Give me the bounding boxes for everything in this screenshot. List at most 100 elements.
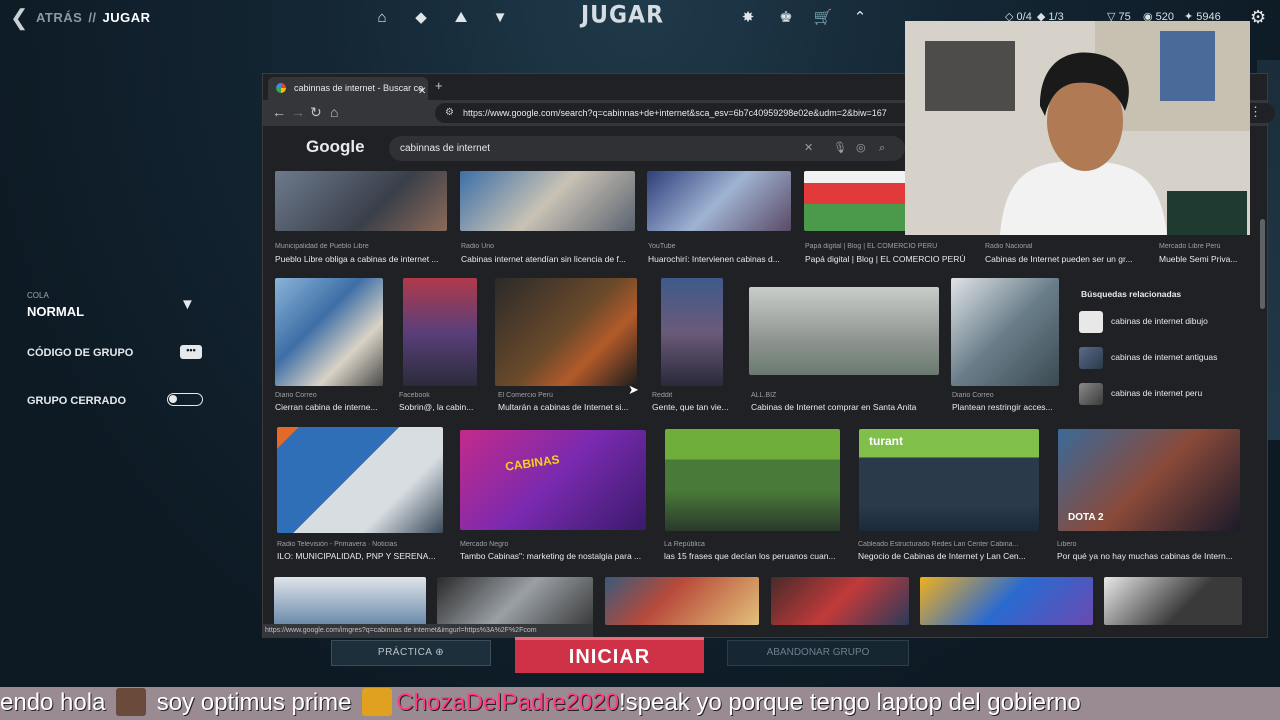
result-image[interactable]: DOTA 2: [1058, 429, 1240, 531]
google-logo[interactable]: Google: [306, 137, 365, 157]
leave-group-button[interactable]: ABANDONAR GRUPO: [727, 640, 909, 666]
result-caption[interactable]: Pueblo Libre obliga a cabinas de interne…: [275, 254, 455, 264]
career-icon[interactable]: ⛰: [451, 8, 471, 28]
close-icon[interactable]: ✕: [418, 81, 426, 100]
group-code-label: CÓDIGO DE GRUPO: [27, 347, 134, 359]
result-image[interactable]: [275, 278, 383, 386]
menu-icon[interactable]: ⋮: [1249, 104, 1262, 120]
result-image[interactable]: [277, 427, 443, 533]
result-image[interactable]: [647, 171, 791, 231]
result-caption[interactable]: Negocio de Cabinas de Internet y Lan Cen…: [858, 551, 1048, 561]
result-image[interactable]: [403, 278, 477, 386]
result-source: Radio Uno: [461, 243, 495, 250]
home-page-icon[interactable]: ⌂: [330, 104, 338, 120]
related-thumbnail: [1079, 347, 1103, 369]
result-source: Libero: [1057, 541, 1077, 548]
practice-label: PRÁCTICA: [377, 647, 432, 658]
result-caption[interactable]: Mueble Semi Priva...: [1159, 254, 1259, 264]
social-icon[interactable]: ♚: [776, 8, 796, 28]
result-image[interactable]: [1104, 577, 1242, 625]
result-image[interactable]: [437, 577, 593, 625]
result-image[interactable]: turant: [859, 429, 1039, 531]
result-caption[interactable]: Plantean restringir acces...: [952, 402, 1062, 412]
play-title[interactable]: JUGAR: [570, 2, 675, 30]
result-image[interactable]: [495, 278, 637, 386]
breadcrumb: ATRÁS // JUGAR: [36, 10, 151, 25]
result-image[interactable]: [274, 577, 426, 625]
result-image[interactable]: [661, 278, 723, 386]
result-image[interactable]: [460, 171, 635, 231]
result-image[interactable]: CABINAS: [460, 430, 646, 530]
search-input[interactable]: cabinnas de internet ✕ 🎙 ◎ ⌕: [389, 136, 905, 161]
related-search-item[interactable]: cabinas de internet dibujo: [1077, 309, 1241, 335]
result-caption[interactable]: Gente, que tan vie...: [652, 402, 732, 412]
result-source: Cableado Estructurado Redes Lan Center C…: [858, 541, 1019, 548]
result-caption[interactable]: Cabinas de Internet comprar en Santa Ani…: [751, 402, 941, 412]
result-image[interactable]: [951, 278, 1059, 386]
browser-tab[interactable]: cabinnas de internet - Buscar co ✕: [268, 77, 428, 100]
mouse-cursor-icon: ➤: [628, 382, 639, 397]
group-closed-toggle[interactable]: [167, 393, 203, 406]
result-image[interactable]: [665, 429, 840, 531]
battlepass-icon[interactable]: ▼: [490, 8, 510, 28]
result-image[interactable]: [275, 171, 447, 231]
reload-icon[interactable]: ↻: [310, 104, 322, 121]
site-info-icon[interactable]: ⚙: [445, 103, 454, 123]
webcam-overlay: [905, 21, 1250, 235]
result-source: Diario Correo: [952, 392, 994, 399]
clear-icon[interactable]: ✕: [804, 136, 813, 161]
result-caption[interactable]: Papá digital | Blog | EL COMERCIO PERÚ: [805, 254, 975, 264]
status-bar-url: https://www.google.com/imgres?q=cabinnas…: [263, 624, 593, 638]
queue-value[interactable]: NORMAL: [27, 304, 84, 319]
result-caption[interactable]: Tambo Cabinas": marketing de nostalgia p…: [460, 551, 650, 561]
related-search-item[interactable]: cabinas de internet antiguas: [1077, 345, 1241, 371]
result-caption[interactable]: Multarán a cabinas de Internet si...: [498, 402, 638, 412]
result-caption[interactable]: Cabinas de Internet pueden ser un gr...: [985, 254, 1145, 264]
tab-title: cabinnas de internet - Buscar co: [294, 83, 424, 93]
result-caption[interactable]: Por qué ya no hay muchas cabinas de Inte…: [1057, 551, 1242, 561]
result-caption[interactable]: Sobrin@, la cabin...: [399, 402, 484, 412]
related-search-item[interactable]: cabinas de internet peru: [1077, 381, 1241, 407]
agents-icon[interactable]: ◆: [411, 8, 431, 28]
mic-icon[interactable]: 🎙: [833, 136, 847, 161]
result-image[interactable]: [771, 577, 909, 625]
result-caption[interactable]: Cabinas internet atendían sin licencia d…: [461, 254, 636, 264]
ticker-text-2: soy optimus prime: [156, 689, 352, 716]
result-caption[interactable]: Cierran cabina de interne...: [275, 402, 390, 412]
breadcrumb-back[interactable]: ATRÁS: [36, 10, 82, 25]
result-source: La República: [664, 541, 705, 548]
url-text: https://www.google.com/search?q=cabinnas…: [463, 108, 887, 118]
collection-icon[interactable]: ✸: [738, 8, 758, 28]
new-tab-icon[interactable]: +: [435, 78, 443, 93]
store-cart-icon[interactable]: 🛒: [813, 8, 833, 28]
search-query: cabinnas de internet: [400, 143, 491, 154]
crown-badge-icon: [362, 688, 393, 716]
home-icon[interactable]: ⌂: [372, 8, 392, 28]
result-source: Diario Correo: [275, 392, 317, 399]
result-image[interactable]: [920, 577, 1093, 625]
rank-icon[interactable]: ⌃: [850, 8, 870, 28]
result-caption[interactable]: ILO: MUNICIPALIDAD, PNP Y SERENA...: [277, 551, 452, 561]
result-image[interactable]: [749, 287, 939, 375]
related-search-label: cabinas de internet dibujo: [1111, 316, 1208, 326]
search-icon[interactable]: ⌕: [879, 136, 885, 161]
result-image[interactable]: [804, 171, 906, 231]
ticker-text-1: endo hola: [0, 689, 106, 716]
camera-icon[interactable]: ◎: [856, 136, 866, 161]
result-image[interactable]: [605, 577, 759, 625]
start-button[interactable]: INICIAR: [515, 637, 704, 673]
gear-icon[interactable]: ⚙: [1250, 7, 1266, 28]
chat-bubble-icon[interactable]: •••: [180, 345, 202, 359]
result-source: Radio Televisión - Primavera · Noticias: [277, 541, 398, 548]
dota-image-text: DOTA 2: [1068, 512, 1104, 523]
back-icon[interactable]: ←: [272, 104, 286, 120]
scrollbar[interactable]: [1260, 219, 1265, 309]
forward-icon[interactable]: →: [291, 104, 305, 120]
practice-button[interactable]: PRÁCTICA ⊕: [331, 640, 491, 666]
result-caption[interactable]: las 15 frases que decían los peruanos cu…: [664, 551, 849, 561]
webcam-feed: [905, 21, 1250, 235]
ticker-text-3: !speak yo porque tengo laptop del gobier…: [619, 689, 1081, 716]
back-arrow-icon[interactable]: ❮: [10, 6, 28, 30]
result-caption[interactable]: Huarochirí: Intervienen cabinas d...: [648, 254, 793, 264]
queue-mode-icon: ▼: [180, 296, 195, 313]
